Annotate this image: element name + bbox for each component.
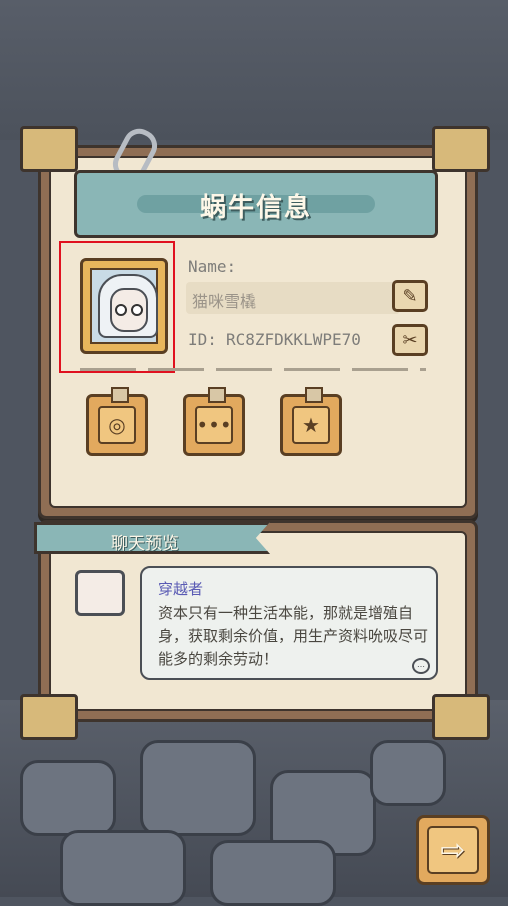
rock — [20, 760, 116, 836]
star-badge-icon: ★ — [292, 406, 330, 444]
copy-id-button[interactable]: ✂ — [392, 324, 428, 356]
chat-corner-bottom-right — [432, 694, 490, 740]
chat-bubble-icon: ••• — [195, 406, 233, 444]
rock — [60, 830, 186, 906]
id-label: ID: — [188, 330, 217, 349]
speech-icon: … — [412, 658, 430, 674]
chat-bubble: 穿越者 资本只有一种生活本能，那就是增殖自身，获取剩余价值，用生产资料吮吸尽可能… — [140, 566, 438, 680]
next-arrow-icon: ⇨ — [427, 826, 479, 874]
chat-avatar — [75, 570, 125, 616]
rock — [370, 740, 446, 806]
name-value: 猫咪雪橇 — [192, 292, 257, 311]
id-value: RC8ZFDKKLWPE70 — [226, 330, 361, 349]
edit-name-button[interactable]: ✎ — [392, 280, 428, 312]
background-top — [0, 0, 508, 140]
spiral-icon: ◎ — [98, 406, 136, 444]
copy-id-icon: ✂ — [402, 329, 418, 351]
chat-corner-bottom-left — [20, 694, 78, 740]
card-corner-top-left — [20, 126, 78, 172]
next-button[interactable]: ⇨ — [416, 815, 490, 885]
chat-button[interactable]: ••• — [183, 387, 245, 456]
rock — [210, 840, 336, 906]
name-field[interactable]: 猫咪雪橇 — [186, 282, 400, 314]
star-button[interactable]: ★ — [280, 387, 342, 456]
spiral-button[interactable]: ◎ — [86, 387, 148, 456]
page-title: 蜗牛信息 — [199, 193, 312, 223]
name-label: Name: — [188, 257, 237, 276]
edit-name-icon: ✎ — [402, 285, 418, 307]
chat-message: 资本只有一种生活本能，那就是增殖自身，获取剩余价值，用生产资料吮吸尽可能多的剩余… — [158, 604, 429, 668]
button-tag — [305, 387, 323, 403]
chat-preview-tab: 聊天预览 — [34, 522, 270, 554]
chat-preview-label: 聊天预览 — [111, 534, 179, 554]
button-tag — [111, 387, 129, 403]
speaker-name: 穿越者 — [158, 580, 204, 598]
avatar-highlight-box — [59, 241, 175, 373]
rock — [140, 740, 256, 836]
button-tag — [208, 387, 226, 403]
card-corner-top-right — [432, 126, 490, 172]
title-banner: 蜗牛信息 — [74, 170, 438, 238]
divider — [80, 368, 426, 371]
